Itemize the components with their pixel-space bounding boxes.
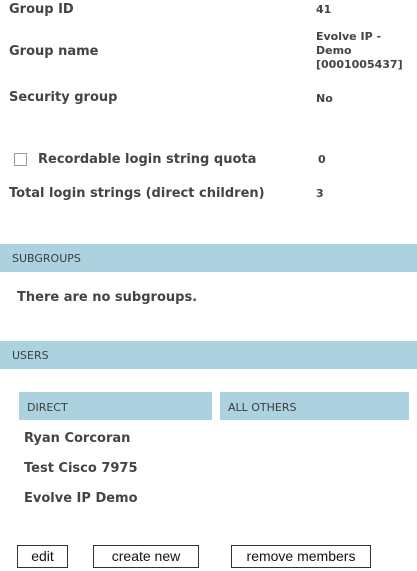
all-others-column-header: ALL OTHERS [220, 392, 409, 420]
subgroups-header-text: SUBGROUPS [12, 252, 81, 265]
users-header-text: USERS [12, 349, 49, 362]
recordable-quota-label: Recordable login string quota [38, 152, 257, 167]
no-subgroups-message: There are no subgroups. [17, 290, 198, 305]
direct-header-text: DIRECT [27, 401, 68, 414]
security-group-label: Security group [9, 90, 118, 105]
edit-button[interactable]: edit [17, 545, 68, 568]
user-list-item: Evolve IP Demo [24, 491, 138, 506]
user-list-item: Ryan Corcoran [24, 431, 131, 446]
security-group-value: No [316, 92, 333, 105]
total-login-strings-label: Total login strings (direct children) [9, 186, 265, 201]
group-name-label: Group name [9, 44, 99, 59]
group-name-line3: [0001005437] [316, 58, 403, 71]
users-section-header: USERS [0, 341, 417, 369]
recordable-quota-value: 0 [318, 153, 326, 166]
direct-column-header: DIRECT [19, 392, 212, 420]
remove-members-button[interactable]: remove members [231, 545, 371, 568]
create-new-button[interactable]: create new [93, 545, 199, 568]
group-id-value: 41 [316, 3, 332, 16]
group-name-line2: Demo [316, 44, 352, 57]
group-id-label: Group ID [9, 2, 74, 17]
recordable-quota-checkbox[interactable] [14, 153, 27, 166]
subgroups-section-header: SUBGROUPS [0, 244, 417, 272]
user-list-item: Test Cisco 7975 [24, 461, 138, 476]
total-login-strings-value: 3 [316, 187, 324, 200]
group-name-line1: Evolve IP - [316, 30, 382, 43]
all-others-header-text: ALL OTHERS [228, 401, 297, 414]
